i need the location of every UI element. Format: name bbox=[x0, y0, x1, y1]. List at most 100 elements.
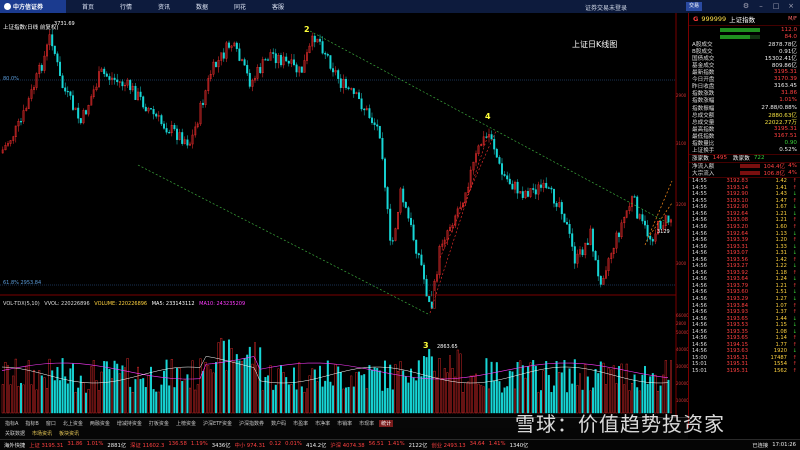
down-count: 722 bbox=[753, 155, 765, 162]
indicator-tab[interactable]: 沪深ETF资金 bbox=[201, 420, 234, 427]
brand-logo[interactable]: 中方信证券 bbox=[0, 0, 66, 13]
volume-bar bbox=[594, 369, 597, 414]
menu-home[interactable]: 首页 bbox=[82, 2, 104, 11]
candle-body bbox=[498, 157, 501, 164]
subtab-related[interactable]: 关联数据 bbox=[3, 430, 27, 437]
menu-tonghua[interactable]: 同花 bbox=[234, 2, 256, 11]
candle-body bbox=[651, 238, 654, 242]
volume-bar bbox=[329, 381, 332, 414]
volume-bar bbox=[295, 389, 298, 414]
kline-chart-area[interactable]: 上证指数(日线 前复权) 上证日K线图 3731.69 2863.65 3 2 … bbox=[0, 13, 689, 428]
tick-list[interactable]: 14:55 3192.83 1.42 ↑ 14:55 3193.14 1.41 ↑ 14:55 3… bbox=[689, 176, 800, 374]
volume-bar bbox=[334, 364, 337, 414]
indicator-tab[interactable]: 指标B bbox=[23, 420, 40, 427]
tick-volume: 1.33 bbox=[775, 243, 787, 250]
volume-bar bbox=[493, 380, 496, 414]
menu-quotes[interactable]: 行情 bbox=[120, 2, 142, 11]
volume-bar bbox=[482, 386, 485, 414]
menu-data[interactable]: 数据 bbox=[196, 2, 218, 11]
tick-volume: 1.14 bbox=[775, 335, 787, 342]
candle-body bbox=[547, 187, 550, 189]
maximize-icon[interactable]: □ bbox=[771, 2, 781, 11]
bar-meter bbox=[720, 34, 760, 39]
volume-bar bbox=[308, 375, 311, 414]
volume-bar bbox=[456, 349, 459, 414]
quote-value: 22022.77万 bbox=[764, 119, 797, 126]
kline-chart[interactable] bbox=[0, 13, 688, 417]
volume-bar bbox=[131, 392, 134, 414]
tick-row: 14:56 3193.56 1.42 ↑ bbox=[689, 256, 800, 263]
tick-direction: ↑ bbox=[792, 354, 797, 361]
indicator-tab[interactable]: 市现率 bbox=[357, 420, 376, 427]
indicator-tab[interactable]: 窗口 bbox=[44, 420, 58, 427]
indicator-tab[interactable]: 市净率 bbox=[313, 420, 332, 427]
volume-bar bbox=[519, 360, 522, 414]
volume-bar bbox=[194, 389, 197, 414]
candle-body bbox=[319, 38, 322, 42]
indicator-tab[interactable]: 统计 bbox=[379, 419, 394, 427]
indicator-tab[interactable]: 增减持资金 bbox=[115, 420, 144, 427]
candle-body bbox=[227, 42, 230, 48]
settings-icon[interactable]: ⚙ bbox=[741, 2, 751, 11]
tick-volume: 1554 bbox=[773, 361, 787, 368]
volume-bar bbox=[230, 348, 233, 414]
indicator-tab[interactable]: 市销率 bbox=[335, 420, 354, 427]
volume-bar bbox=[560, 372, 563, 414]
candle-body bbox=[272, 52, 275, 54]
indicator-tab[interactable]: 上榜资金 bbox=[174, 420, 198, 427]
tick-volume: 1.31 bbox=[775, 250, 787, 257]
candle-body bbox=[40, 64, 43, 71]
low-price-label: 2863.65 bbox=[437, 344, 458, 350]
volume-bar bbox=[61, 358, 64, 414]
tick-time: 14:56 bbox=[692, 295, 707, 302]
tick-row: 14:56 3194.15 1.77 ↑ bbox=[689, 342, 800, 349]
volume-bar bbox=[469, 375, 472, 414]
indicator-tab[interactable]: 市盈率 bbox=[291, 420, 310, 427]
candle-body bbox=[332, 68, 335, 73]
volume-bar bbox=[269, 365, 272, 414]
subtab-market-news[interactable]: 市场资讯 bbox=[30, 430, 54, 437]
subtab-sector-news[interactable]: 板块资讯 bbox=[57, 430, 81, 437]
candle-body bbox=[545, 182, 548, 188]
menu-service[interactable]: 客服 bbox=[272, 2, 294, 11]
volume-bar bbox=[123, 367, 126, 414]
indicator-tab[interactable]: 指标A bbox=[3, 420, 20, 427]
indicator-tab[interactable]: 沪深指数券 bbox=[237, 420, 266, 427]
volume-bar bbox=[207, 365, 210, 414]
tick-volume: 1.42 bbox=[775, 256, 787, 263]
vvol-value: VVOL: 220226896 bbox=[44, 301, 90, 307]
candle-body bbox=[568, 224, 571, 234]
indicator-tab[interactable]: 打板资金 bbox=[147, 420, 171, 427]
volume-bar bbox=[386, 388, 389, 414]
candle-body bbox=[113, 77, 116, 81]
minimize-icon[interactable]: – bbox=[756, 2, 766, 11]
menu-news[interactable]: 资讯 bbox=[158, 2, 180, 11]
candle-body bbox=[77, 107, 80, 119]
indicator-tab[interactable]: 数户码 bbox=[269, 420, 288, 427]
candle-body bbox=[586, 242, 589, 245]
bar-row: 112.0 bbox=[689, 26, 800, 33]
volume-bar bbox=[1, 384, 4, 414]
header-tag[interactable]: M/F bbox=[788, 16, 797, 22]
close-icon[interactable]: × bbox=[786, 2, 796, 11]
volume-bar bbox=[209, 369, 212, 414]
indicator-tab[interactable]: 两融资金 bbox=[88, 420, 112, 427]
indicator-tab[interactable]: 北上资金 bbox=[61, 420, 85, 427]
tick-price: 3192.90 bbox=[726, 204, 748, 211]
status-item: 2881亿 bbox=[107, 443, 127, 449]
up-label: 涨家数 bbox=[692, 156, 709, 163]
status-item[interactable]: 海外快捷 bbox=[4, 441, 25, 449]
volume-bar bbox=[77, 387, 80, 414]
tick-direction: ↑ bbox=[792, 302, 797, 309]
bar-value: 84.0 bbox=[784, 33, 797, 40]
tick-price: 3192.64 bbox=[726, 230, 748, 237]
candle-body bbox=[243, 59, 246, 66]
trade-login-button[interactable]: 交易 bbox=[686, 2, 702, 11]
status-item: 56.51 bbox=[368, 441, 384, 447]
volume-bar bbox=[175, 368, 178, 414]
volume-bar bbox=[462, 392, 465, 414]
candle-body bbox=[285, 56, 288, 62]
tick-price: 3195.31 bbox=[726, 368, 748, 374]
quote-value: 809.86亿 bbox=[771, 63, 797, 70]
volume-bar bbox=[126, 358, 129, 414]
